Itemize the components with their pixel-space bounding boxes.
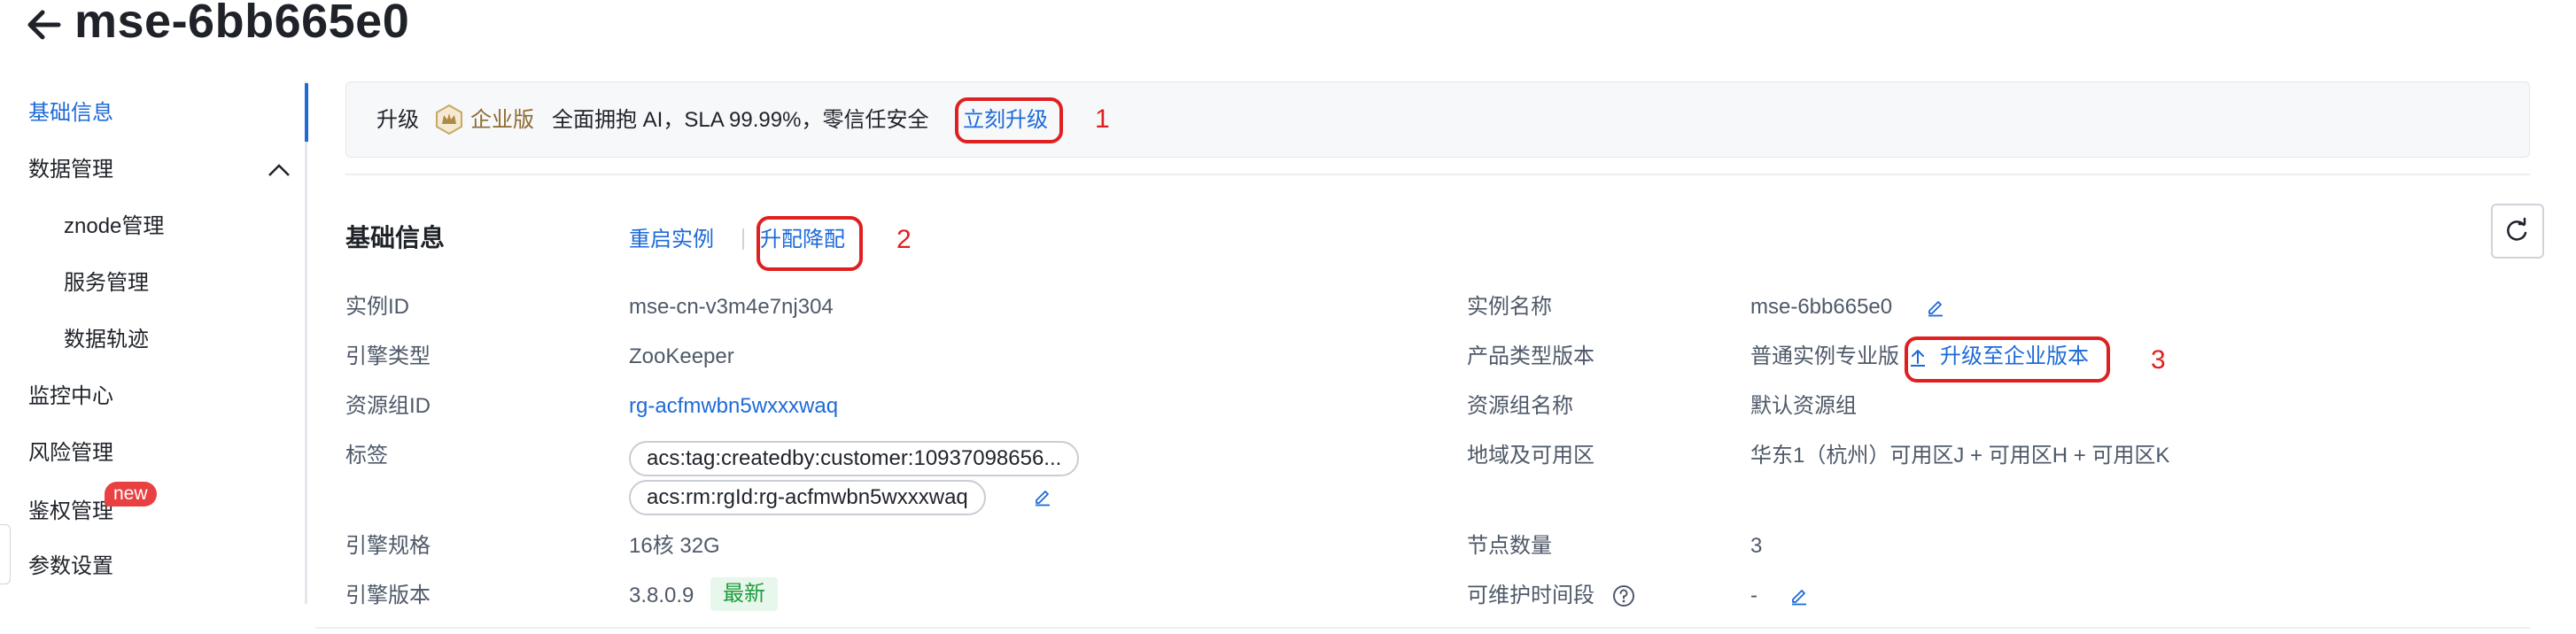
- sidebar-item-znode[interactable]: znode管理: [64, 213, 164, 241]
- banner-description: 全面拥抱 AI，SLA 99.99%，零信任安全: [552, 108, 929, 132]
- engine-type-value: ZooKeeper: [629, 344, 734, 368]
- edit-tags-icon[interactable]: [1033, 487, 1052, 506]
- restart-instance-link[interactable]: 重启实例: [629, 227, 714, 253]
- node-count-value: 3: [1750, 534, 1763, 558]
- section-title: 基础信息: [345, 224, 446, 251]
- engine-version-label: 引擎版本: [345, 584, 431, 607]
- annotation-number-3: 3: [2151, 345, 2166, 375]
- action-separator: [742, 228, 744, 250]
- upload-icon: [1908, 347, 1928, 368]
- node-count-label: 节点数量: [1467, 534, 1552, 558]
- sidebar-collapse-handle[interactable]: [0, 524, 11, 584]
- maintenance-value: -: [1750, 584, 1757, 607]
- upgrade-now-link[interactable]: 立刻升级: [963, 107, 1048, 134]
- product-version-value: 普通实例专业版: [1750, 344, 1899, 368]
- annotation-number-2: 2: [896, 225, 912, 254]
- engine-type-label: 引擎类型: [345, 344, 431, 368]
- annotation-number-1: 1: [1095, 104, 1110, 134]
- upgrade-banner: 升级 企业版 全面拥抱 AI，SLA 99.99%，零信任安全 立刻升级: [345, 81, 2530, 158]
- tags-label: 标签: [345, 444, 388, 468]
- engine-version-value: 3.8.0.9: [629, 584, 694, 607]
- bottom-divider: [315, 627, 2530, 629]
- chevron-up-icon[interactable]: [268, 163, 291, 177]
- sidebar-item-data-trace[interactable]: 数据轨迹: [64, 326, 149, 354]
- sidebar: 基础信息 数据管理 znode管理 服务管理 数据轨迹 监控中心 风险管理 鉴权…: [0, 81, 312, 634]
- engine-spec-value: 16核 32G: [629, 534, 720, 558]
- latest-badge: 最新: [710, 577, 778, 611]
- product-version-label: 产品类型版本: [1467, 344, 1594, 368]
- sidebar-item-parameters[interactable]: 参数设置: [28, 553, 113, 581]
- upgrade-enterprise-link[interactable]: 升级至企业版本: [1940, 344, 2089, 370]
- sidebar-item-basic-info[interactable]: 基础信息: [28, 99, 113, 128]
- sidebar-item-auth[interactable]: 鉴权管理: [28, 498, 113, 526]
- sidebar-active-indicator: [305, 83, 308, 142]
- sidebar-item-risk[interactable]: 风险管理: [28, 439, 113, 468]
- region-value: 华东1（杭州）可用区J + 可用区H + 可用区K: [1750, 444, 2170, 468]
- refresh-icon: [2507, 217, 2527, 241]
- resize-link[interactable]: 升配降配: [760, 227, 845, 253]
- instance-id-label: 实例ID: [345, 295, 409, 319]
- resource-group-id-link[interactable]: rg-acfmwbn5wxxxwaq: [629, 393, 838, 420]
- help-icon[interactable]: [1612, 584, 1635, 607]
- instance-name-label: 实例名称: [1467, 295, 1552, 319]
- refresh-button[interactable]: [2491, 204, 2544, 259]
- region-label: 地域及可用区: [1467, 444, 1594, 468]
- edit-instance-name-icon[interactable]: [1926, 298, 1945, 317]
- divider: [345, 174, 2530, 175]
- edit-maintenance-icon[interactable]: [1789, 586, 1809, 606]
- sidebar-item-data-management[interactable]: 数据管理: [28, 156, 113, 184]
- new-badge: new: [105, 482, 157, 506]
- engine-spec-label: 引擎规格: [345, 534, 431, 558]
- banner-edition: 企业版: [470, 108, 534, 132]
- page-title: mse-6bb665e0: [74, 0, 410, 48]
- resource-group-name-label: 资源组名称: [1467, 394, 1573, 418]
- resource-group-id-label: 资源组ID: [345, 394, 431, 418]
- resource-group-name-value: 默认资源组: [1750, 394, 1857, 418]
- banner-prefix: 升级: [376, 108, 419, 132]
- back-arrow-icon[interactable]: [23, 4, 66, 46]
- tag-pill: acs:rm:rgId:rg-acfmwbn5wxxxwaq: [629, 480, 986, 515]
- tag-pill: acs:tag:createdby:customer:10937098656..…: [629, 441, 1080, 476]
- instance-name-value: mse-6bb665e0: [1750, 295, 1893, 319]
- sidebar-item-monitoring[interactable]: 监控中心: [28, 383, 113, 411]
- crown-icon: [433, 104, 465, 135]
- sidebar-item-service-management[interactable]: 服务管理: [64, 269, 149, 298]
- maintenance-label: 可维护时间段: [1467, 584, 1594, 607]
- sidebar-divider: [305, 81, 307, 604]
- instance-id-value: mse-cn-v3m4e7nj304: [629, 295, 834, 319]
